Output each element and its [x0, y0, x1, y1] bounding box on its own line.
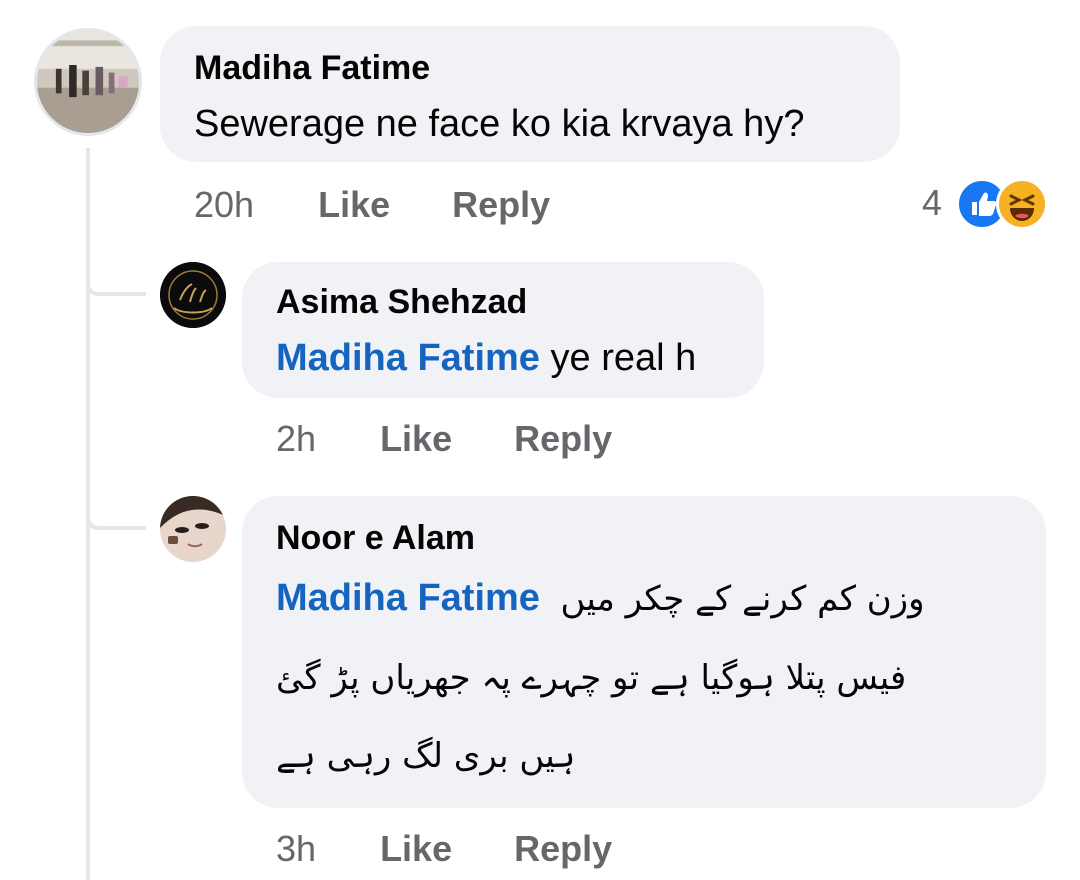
- mention-link[interactable]: Madiha Fatime: [276, 337, 540, 379]
- comment-author[interactable]: Madiha Fatime: [194, 48, 430, 88]
- reaction-count: 4: [922, 182, 943, 223]
- like-button[interactable]: Like: [380, 828, 452, 869]
- comment-thread: Madiha Fatime Sewerage ne face ko kia kr…: [0, 0, 1080, 880]
- comment-meta: 20h Like Reply: [194, 184, 550, 226]
- thread-elbow: [86, 518, 146, 530]
- reply-text: ہیں بری لگ رہی ہے: [276, 736, 576, 776]
- like-button[interactable]: Like: [318, 184, 390, 225]
- reply-text-line: Madiha Fatime وزن کم کرنے کے چکر میں: [276, 576, 925, 621]
- like-button[interactable]: Like: [380, 418, 452, 459]
- reply-text: فیس پتلا ہوگیا ہے تو چہرے پہ جھریاں پڑ گ…: [276, 658, 907, 698]
- reply-author[interactable]: Asima Shehzad: [276, 282, 527, 322]
- reply-meta: 2h Like Reply: [276, 418, 612, 460]
- reply-author[interactable]: Noor e Alam: [276, 518, 475, 558]
- comment-time[interactable]: 20h: [194, 184, 254, 225]
- reply-button[interactable]: Reply: [452, 184, 550, 225]
- reply-text-line: Madiha Fatime ye real h: [276, 336, 696, 380]
- reply-bubble[interactable]: Noor e Alam Madiha Fatime وزن کم کرنے کے…: [242, 496, 1046, 808]
- thread-elbow: [86, 284, 146, 296]
- reply-button[interactable]: Reply: [514, 418, 612, 459]
- reply-time[interactable]: 3h: [276, 828, 316, 869]
- comment-bubble[interactable]: Madiha Fatime Sewerage ne face ko kia kr…: [160, 26, 900, 162]
- reply-button[interactable]: Reply: [514, 828, 612, 869]
- avatar-noor-e-alam[interactable]: [160, 496, 226, 562]
- thread-line: [86, 148, 90, 880]
- reply-time[interactable]: 2h: [276, 418, 316, 459]
- reply-text: وزن کم کرنے کے چکر میں: [560, 579, 925, 619]
- haha-icon: [996, 178, 1048, 230]
- reply-meta: 3h Like Reply: [276, 828, 612, 870]
- mention-link[interactable]: Madiha Fatime: [276, 577, 540, 619]
- avatar-madiha-fatime[interactable]: [34, 28, 142, 136]
- reply-text: ye real h: [550, 337, 697, 379]
- reply-bubble[interactable]: Asima Shehzad Madiha Fatime ye real h: [242, 262, 764, 398]
- comment-text: Sewerage ne face ko kia krvaya hy?: [194, 103, 805, 145]
- avatar-asima-shehzad[interactable]: [160, 262, 226, 328]
